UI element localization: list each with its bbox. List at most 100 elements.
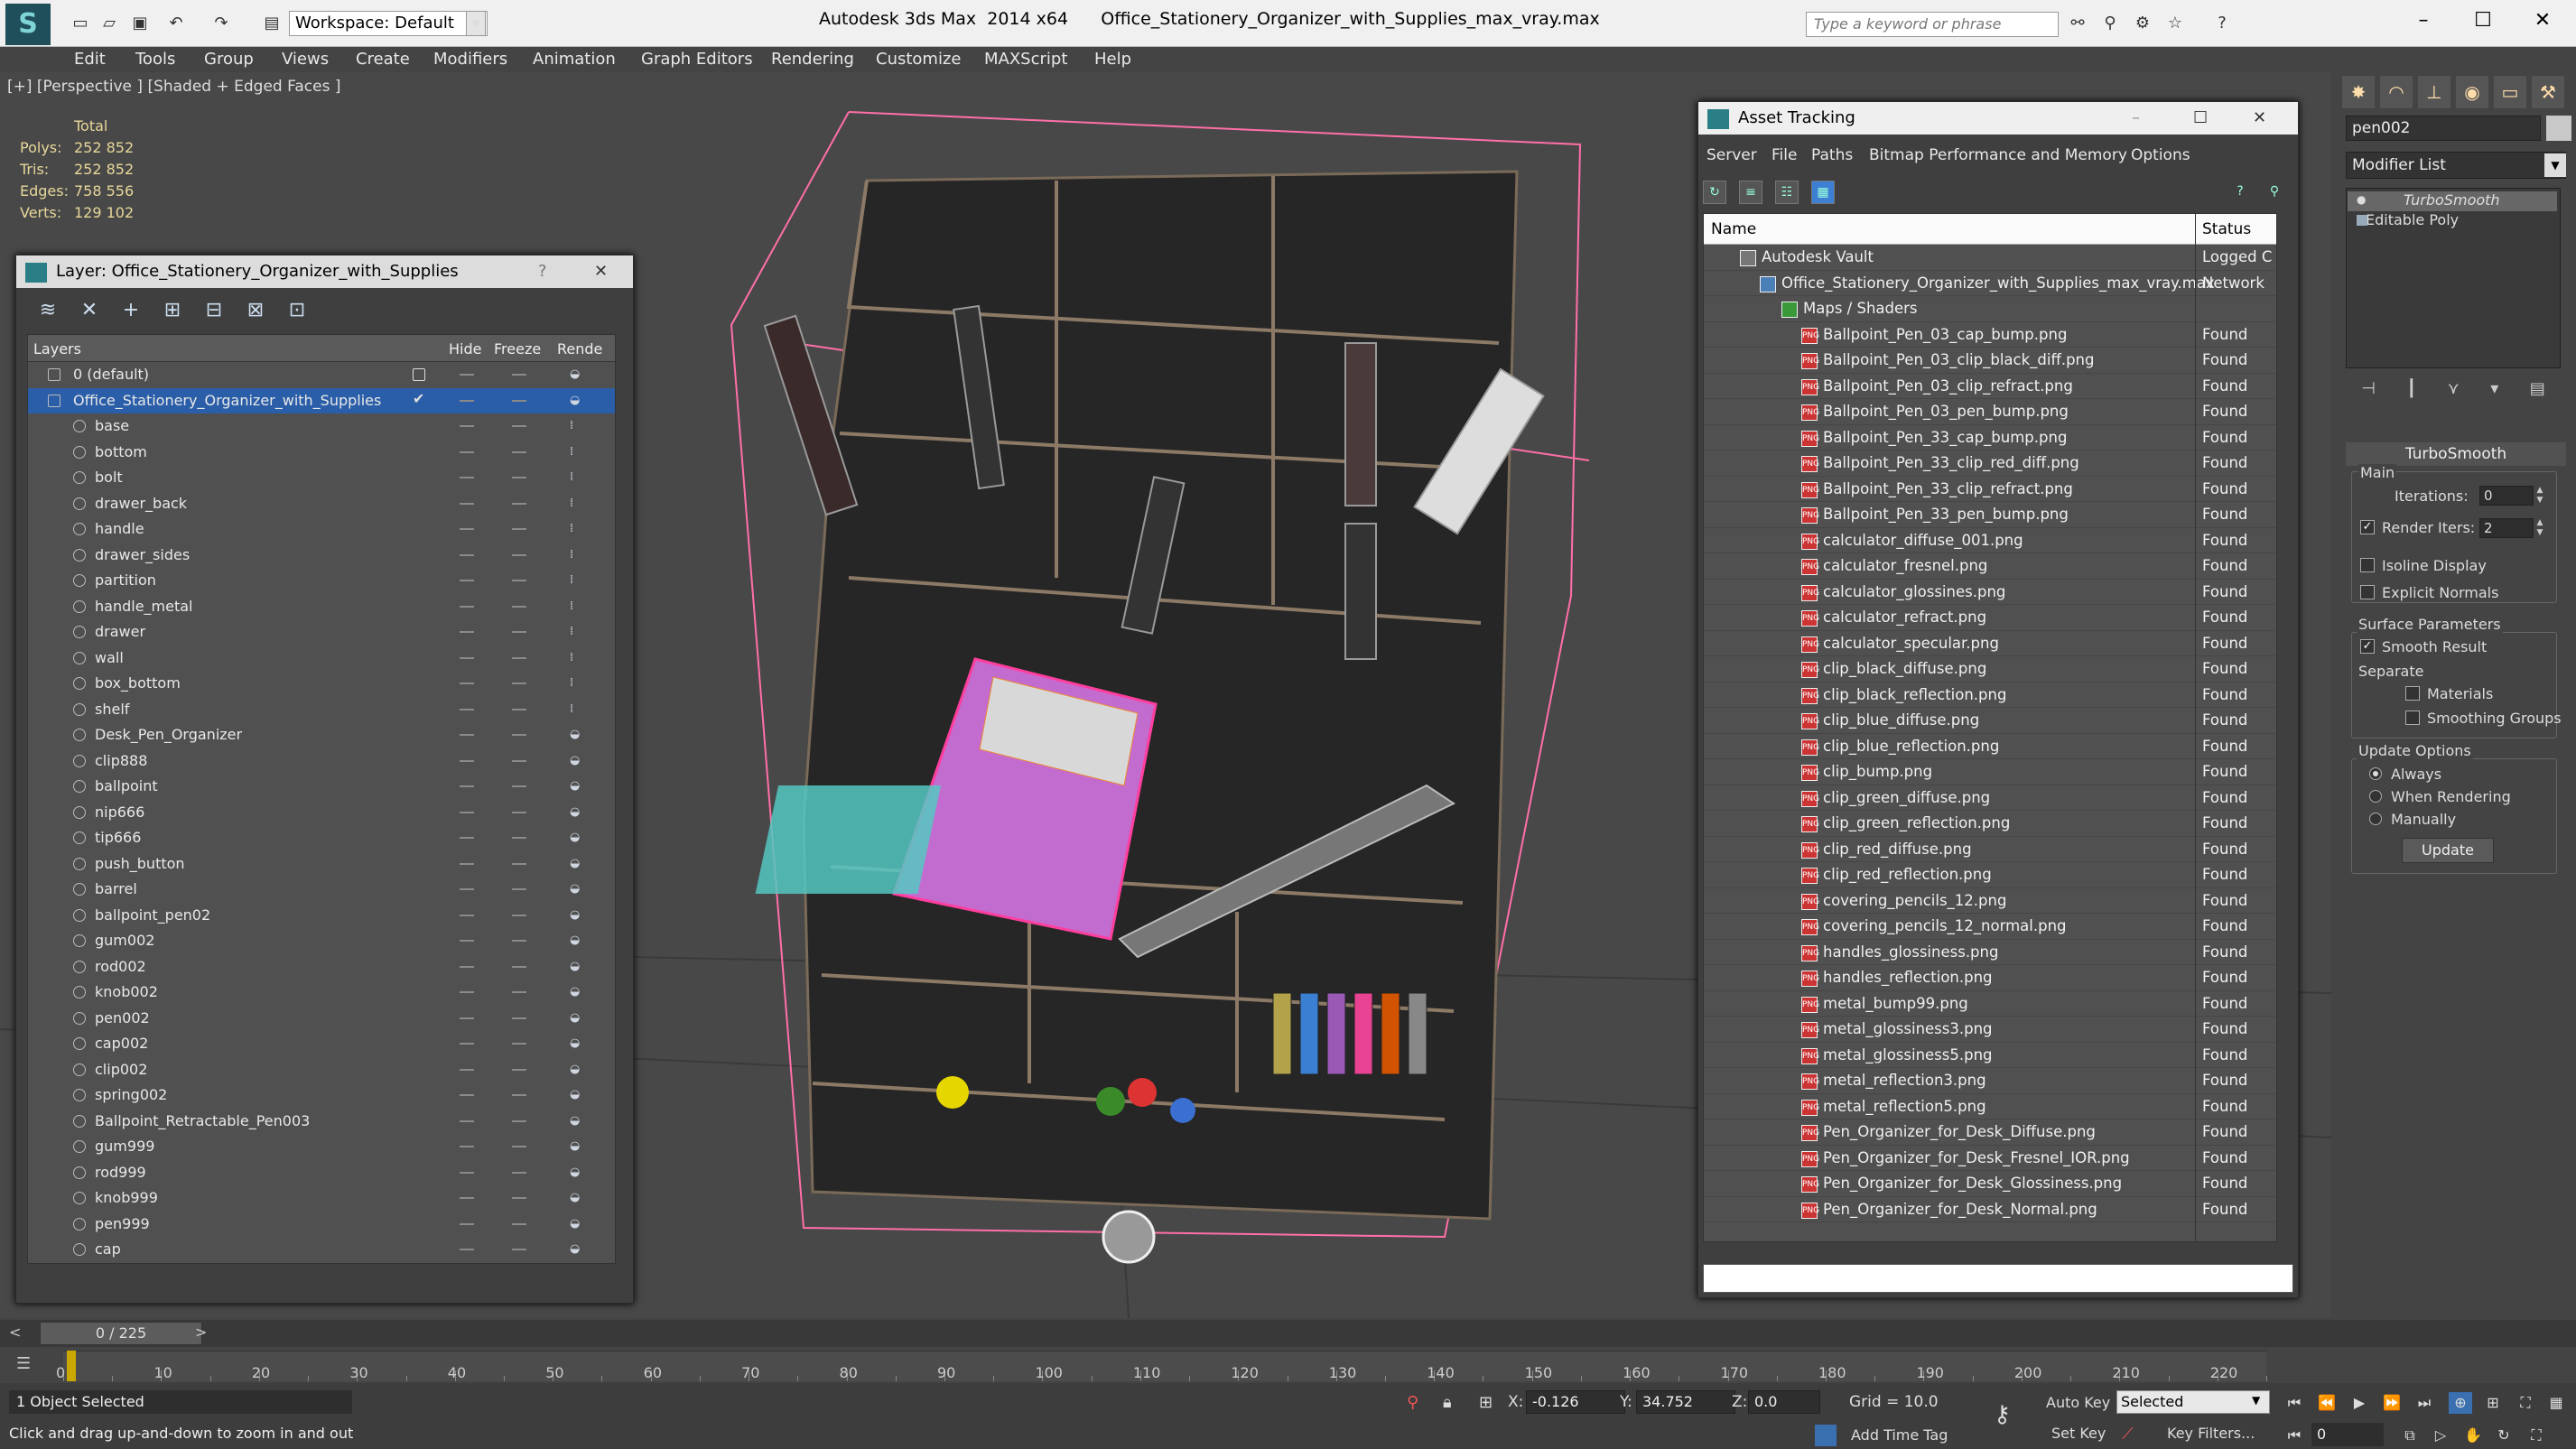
- hide-toggle[interactable]: [460, 605, 474, 608]
- turbosmooth-rollout-title[interactable]: TurboSmooth: [2346, 442, 2566, 466]
- asset-map-row[interactable]: PNG clip_red_diffuse.png Found: [1704, 837, 2276, 862]
- render-teapot-icon[interactable]: ◒: [570, 1114, 582, 1128]
- chevron-down-icon[interactable]: ▼: [466, 11, 486, 36]
- freeze-toggle[interactable]: [512, 940, 526, 942]
- workspace-dropdown[interactable]: Workspace: Default: [289, 11, 488, 36]
- freeze-toggle[interactable]: [512, 811, 526, 813]
- auto-key-button[interactable]: Auto Key: [2046, 1394, 2110, 1411]
- layer-object-row[interactable]: cap002 ◒: [28, 1031, 615, 1057]
- configure-sets-icon[interactable]: ▤: [2530, 379, 2545, 408]
- hide-toggle[interactable]: [460, 1094, 474, 1096]
- stack-item-turbosmooth[interactable]: TurboSmooth: [2348, 191, 2557, 211]
- layer-object-row[interactable]: rod999 ◒: [28, 1160, 615, 1186]
- favorites-star-icon[interactable]: ☆: [2165, 14, 2185, 33]
- hide-toggle[interactable]: [460, 837, 474, 839]
- time-tag-icon[interactable]: [1815, 1425, 1837, 1446]
- set-key-button[interactable]: Set Key: [2051, 1425, 2106, 1442]
- mini-curve-editor-icon[interactable]: ☰: [16, 1354, 43, 1378]
- close-icon[interactable]: ✕: [2253, 102, 2266, 135]
- zoom-icon[interactable]: ⊕: [2449, 1392, 2472, 1414]
- spinner-arrows-icon[interactable]: ▲ ▼: [2534, 518, 2546, 538]
- iterations-spinner[interactable]: 0: [2479, 486, 2534, 506]
- modifier-list-dropdown[interactable]: Modifier List: [2346, 152, 2566, 179]
- x-coordinate-field[interactable]: -0.126: [1526, 1390, 1625, 1414]
- when-rendering-radio[interactable]: [2369, 790, 2382, 803]
- next-frame-icon[interactable]: >: [195, 1324, 207, 1341]
- layer-object-row[interactable]: knob999 ◒: [28, 1185, 615, 1212]
- asset-map-row[interactable]: PNG metal_glossiness3.png Found: [1704, 1017, 2276, 1043]
- render-teapot-icon[interactable]: ◒: [570, 986, 582, 999]
- manually-radio[interactable]: [2369, 813, 2382, 825]
- render-teapot-icon[interactable]: ⁞: [570, 702, 582, 716]
- freeze-toggle[interactable]: [512, 759, 526, 762]
- refresh-icon[interactable]: ↻: [1703, 181, 1726, 204]
- render-teapot-icon[interactable]: ⁞: [570, 471, 582, 484]
- asset-map-row[interactable]: PNG calculator_specular.png Found: [1704, 631, 2276, 656]
- orbit-icon[interactable]: ↻: [2492, 1425, 2516, 1446]
- hide-toggle[interactable]: [460, 553, 474, 556]
- menu-graph-editors[interactable]: Graph Editors: [641, 47, 753, 72]
- render-iters-spinner[interactable]: 2: [2479, 518, 2534, 538]
- col-layers[interactable]: Layers: [33, 340, 81, 358]
- open-file-icon[interactable]: ▱: [99, 14, 119, 33]
- smoothing-groups-checkbox[interactable]: [2405, 711, 2420, 725]
- menu-modifiers[interactable]: Modifiers: [433, 47, 507, 72]
- col-hide[interactable]: Hide: [449, 340, 481, 358]
- freeze-toggle[interactable]: [512, 708, 526, 711]
- render-teapot-icon[interactable]: ⁞: [570, 626, 582, 638]
- freeze-toggle[interactable]: [512, 991, 526, 993]
- next-key-icon[interactable]: ⏩: [2380, 1392, 2404, 1414]
- render-teapot-icon[interactable]: ◒: [570, 934, 582, 947]
- hide-toggle[interactable]: [460, 683, 474, 684]
- layer-object-row[interactable]: Desk_Pen_Organizer ◒: [28, 722, 615, 748]
- asset-menu-server[interactable]: Server: [1706, 146, 1757, 164]
- render-teapot-icon[interactable]: ◒: [570, 1166, 582, 1179]
- asset-map-row[interactable]: PNG Ballpoint_Pen_03_clip_black_diff.png F…: [1704, 348, 2276, 374]
- layer-settings-icon[interactable]: ≋: [36, 299, 60, 322]
- render-teapot-icon[interactable]: ◒: [570, 831, 582, 844]
- render-teapot-icon[interactable]: ◒: [570, 394, 582, 407]
- asset-map-row[interactable]: PNG Ballpoint_Pen_33_clip_refract.png Foun…: [1704, 477, 2276, 502]
- render-teapot-icon[interactable]: ⁞: [570, 497, 582, 510]
- layer-object-row[interactable]: handle_metal ⁞: [28, 594, 615, 620]
- display-tab-icon[interactable]: ▭: [2494, 76, 2526, 108]
- current-layer-checkbox[interactable]: [413, 368, 425, 381]
- viewport-label[interactable]: [+] [Perspective ] [Shaded + Edged Faces…: [7, 78, 340, 96]
- render-teapot-icon[interactable]: ◒: [570, 780, 582, 793]
- layer-object-row[interactable]: push_button ◒: [28, 851, 615, 878]
- set-key-mode-icon[interactable]: ⟋: [2122, 1425, 2134, 1444]
- app-logo-icon[interactable]: S: [5, 4, 51, 45]
- render-teapot-icon[interactable]: ◒: [570, 729, 582, 741]
- menu-views[interactable]: Views: [282, 47, 329, 72]
- hide-toggle[interactable]: [460, 1068, 474, 1071]
- render-teapot-icon[interactable]: ◒: [570, 754, 582, 767]
- render-teapot-icon[interactable]: ◒: [570, 1011, 582, 1025]
- render-teapot-icon[interactable]: ⁞: [570, 445, 582, 459]
- asset-menu-bitmap-performance[interactable]: Bitmap Performance and Memory: [1869, 146, 2127, 164]
- isoline-display-checkbox[interactable]: [2360, 558, 2375, 572]
- hide-toggle[interactable]: [460, 528, 474, 530]
- lock-icon[interactable]: 🔒︎: [1443, 1393, 1452, 1412]
- hide-toggle[interactable]: [460, 862, 474, 865]
- hide-toggle[interactable]: [460, 811, 474, 813]
- layer-object-row[interactable]: drawer_sides ⁞: [28, 543, 615, 569]
- asset-map-row[interactable]: PNG clip_bump.png Found: [1704, 759, 2276, 785]
- asset-map-row[interactable]: PNG clip_blue_diffuse.png Found: [1704, 708, 2276, 734]
- freeze-toggle[interactable]: [512, 1146, 526, 1147]
- menu-maxscript[interactable]: MAXScript: [984, 47, 1067, 72]
- add-selection-icon[interactable]: ⊞: [161, 299, 184, 322]
- goto-start-icon[interactable]: ⏮: [2283, 1392, 2306, 1414]
- isolate-selection-icon[interactable]: ⚲: [1407, 1393, 1418, 1412]
- asset-map-row[interactable]: PNG Ballpoint_Pen_33_cap_bump.png Found: [1704, 425, 2276, 450]
- close-icon[interactable]: ✕: [594, 255, 608, 288]
- table-view-icon[interactable]: ▦: [1811, 181, 1835, 204]
- freeze-toggle[interactable]: [512, 785, 526, 787]
- layer-panel-titlebar[interactable]: Layer: Office_Stationery_Organizer_with_…: [16, 255, 633, 288]
- hide-toggle[interactable]: [460, 1222, 474, 1225]
- asset-map-row[interactable]: PNG clip_red_reflection.png Found: [1704, 862, 2276, 888]
- menu-edit[interactable]: Edit: [74, 47, 106, 72]
- asset-map-row[interactable]: PNG metal_reflection3.png Found: [1704, 1068, 2276, 1094]
- asset-map-row[interactable]: PNG Pen_Organizer_for_Desk_Glossiness.png…: [1704, 1171, 2276, 1197]
- asset-map-row[interactable]: PNG clip_green_reflection.png Found: [1704, 811, 2276, 837]
- lightbulb-icon[interactable]: ●: [2357, 193, 2367, 206]
